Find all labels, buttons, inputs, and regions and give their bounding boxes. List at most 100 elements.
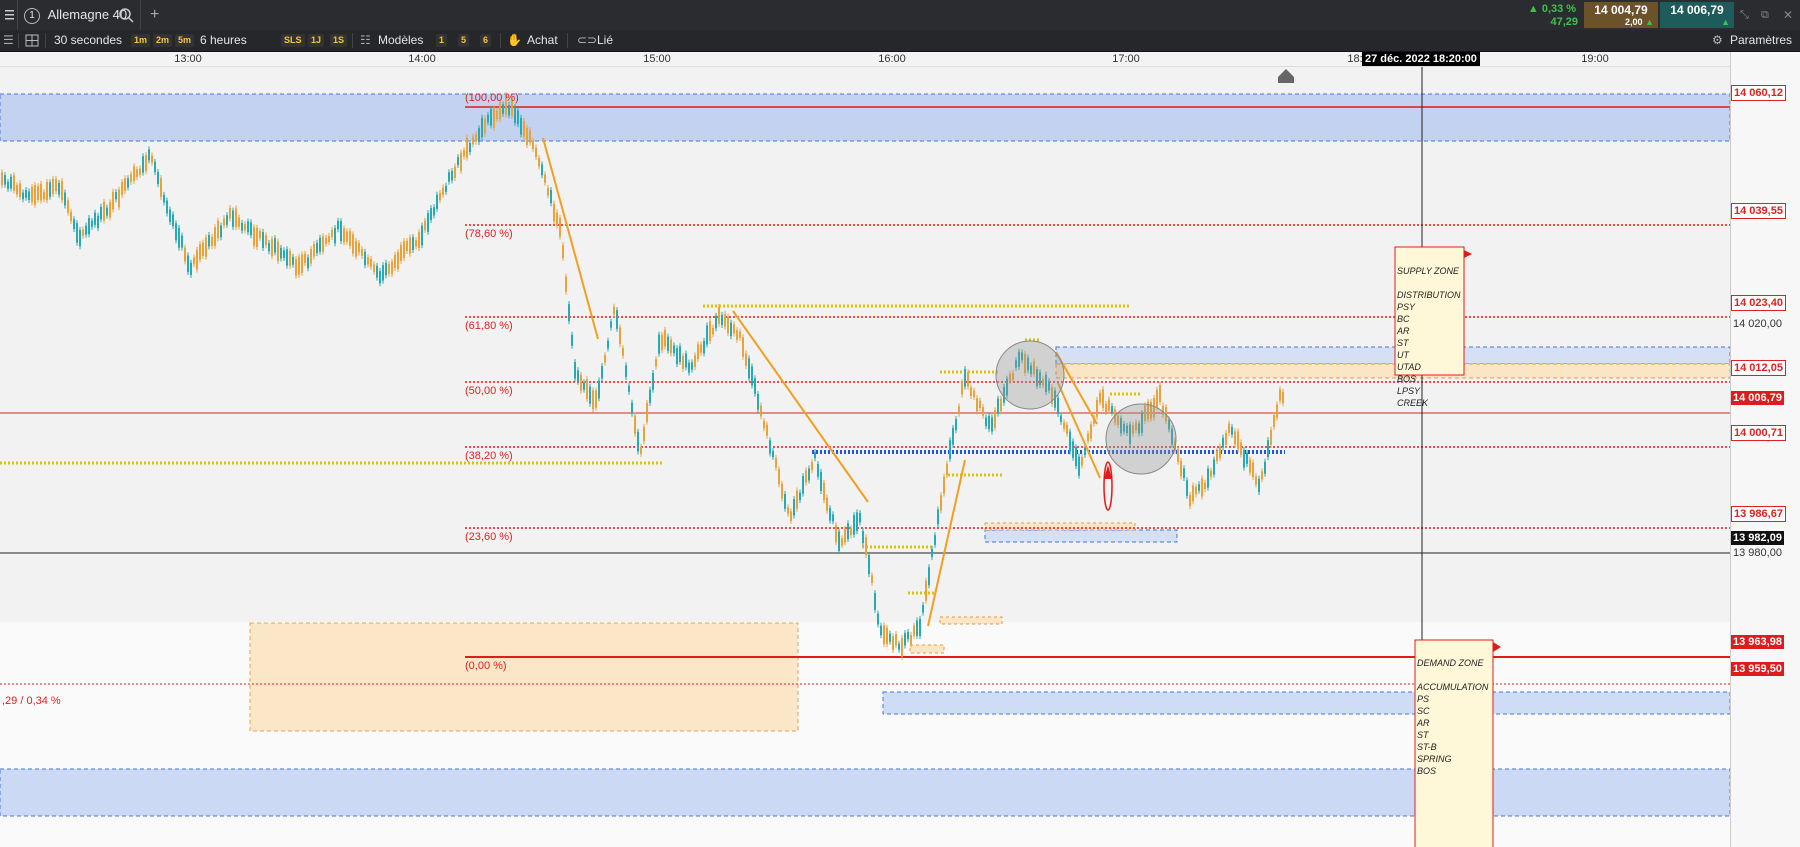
gear-icon[interactable]: ⚙ [1712, 30, 1723, 51]
candle-body [943, 476, 945, 494]
instrument-tab[interactable]: 1 Allemagne 40 [24, 0, 127, 30]
template-5[interactable]: 5 [458, 34, 470, 47]
ask-price: 14 006,79 [1670, 3, 1724, 17]
candle-body [847, 523, 849, 540]
candle-body [190, 262, 192, 275]
buy-button[interactable]: Achat [527, 30, 558, 51]
quick-interval-5m[interactable]: 5m [175, 34, 195, 47]
candle-body [1078, 456, 1080, 476]
candle-body [898, 643, 900, 650]
candle-body [160, 178, 162, 197]
candle-body [805, 470, 807, 483]
list-icon[interactable]: ☰ [3, 30, 14, 51]
candle-body [679, 346, 681, 362]
linked-button[interactable]: Lié [597, 30, 613, 51]
candle-body [283, 250, 285, 258]
template-1[interactable]: 1 [436, 34, 448, 47]
candle-body [406, 241, 408, 251]
candle-body [109, 202, 111, 218]
candle-body [370, 258, 372, 267]
demand-zone-labels: DEMAND ZONE ACCUMULATION PS SC AR ST ST-… [1417, 657, 1488, 777]
candle-body [787, 507, 789, 514]
candle-body [694, 355, 696, 368]
candle-body [469, 142, 471, 153]
candle-body [394, 254, 396, 268]
interval-select[interactable]: 30 secondes [54, 30, 122, 51]
popout-icon[interactable]: ⧉ [1761, 0, 1769, 30]
template-6[interactable]: 6 [480, 34, 492, 47]
candle-body [487, 114, 489, 123]
current-price-label: 14 006,79 [1731, 391, 1784, 405]
candle-body [388, 264, 390, 274]
candle-body [379, 270, 381, 284]
price-axis[interactable]: 14 060,12 14 039,55 14 023,40 14 020,00 … [1730, 52, 1800, 847]
period-sls[interactable]: SLS [281, 34, 305, 47]
time-tick: 17:00 [1112, 53, 1140, 65]
candle-body [43, 192, 45, 200]
candle-body [628, 385, 630, 392]
candle-body [577, 370, 579, 382]
candle-body [178, 227, 180, 248]
top-bar: 1 Allemagne 40 + ▲ 0,33 % 47,29 14 004,7… [0, 0, 1800, 31]
candle-body [1225, 432, 1227, 445]
candle-body [202, 242, 204, 256]
candle-body [895, 634, 897, 646]
settings-button[interactable]: Paramètres [1730, 30, 1792, 51]
ask-box[interactable]: 14 006,79 ▲ [1660, 2, 1734, 28]
candle-body [289, 251, 291, 266]
candle-body [310, 249, 312, 264]
candle-body [460, 152, 462, 171]
candle-body [1102, 389, 1104, 408]
quick-interval-1m[interactable]: 1m [131, 34, 151, 47]
candle-body [49, 182, 51, 197]
period-select[interactable]: 6 heures [200, 30, 247, 51]
candle-body [220, 225, 222, 238]
shrink-icon[interactable]: ⤡ [1740, 0, 1749, 30]
candle-body [778, 469, 780, 485]
candle-body [1198, 484, 1200, 491]
candle-body [286, 249, 288, 266]
candle-body [1183, 468, 1185, 478]
candle-body [484, 118, 486, 134]
menu-icon[interactable] [4, 0, 18, 30]
candle-body [61, 180, 63, 201]
candle-body [253, 227, 255, 246]
period-1j[interactable]: 1J [308, 34, 325, 47]
candle-body [34, 184, 36, 205]
price-scale-label: 14 020,00 [1733, 318, 1782, 330]
quick-interval-2m[interactable]: 2m [153, 34, 173, 47]
candle-body [952, 427, 954, 445]
supply-sub-zone-blue [1055, 346, 1730, 365]
templates-icon[interactable]: ☷ [360, 30, 371, 51]
zone-item: BC [1397, 314, 1410, 324]
candle-body [265, 235, 267, 246]
candle-body [400, 244, 402, 261]
candle-body [979, 400, 981, 409]
candle-body [238, 217, 240, 227]
buy-icon: ✋ [507, 33, 522, 47]
add-tab-button[interactable]: + [150, 0, 159, 30]
search-icon[interactable] [118, 0, 134, 30]
fib-label-382: (38,20 %) [465, 450, 513, 462]
candle-body [10, 176, 12, 189]
price-chart[interactable]: 13:00 14:00 15:00 16:00 17:00 18: 19:00 … [0, 52, 1800, 847]
candle-body [601, 365, 603, 379]
candle-body [340, 221, 342, 242]
close-icon[interactable]: ✕ [1783, 0, 1793, 30]
candle-body [1075, 447, 1077, 467]
candle-body [853, 515, 855, 535]
layout-grid-icon[interactable] [25, 30, 39, 51]
candle-body [532, 140, 534, 149]
candle-body [562, 245, 564, 258]
change-pct: 0,33 % [1541, 3, 1577, 15]
bid-box[interactable]: 14 004,79 2,00 ▲ [1584, 2, 1658, 28]
candle-body [148, 149, 150, 161]
period-1s[interactable]: 1S [330, 34, 348, 47]
candle-body [607, 340, 609, 349]
candle-body [1195, 486, 1197, 495]
templates-button[interactable]: Modèles [378, 30, 423, 51]
candle-body [364, 251, 366, 266]
candle-body [586, 379, 588, 400]
candle-body [1060, 415, 1062, 422]
candle-body [964, 368, 966, 387]
